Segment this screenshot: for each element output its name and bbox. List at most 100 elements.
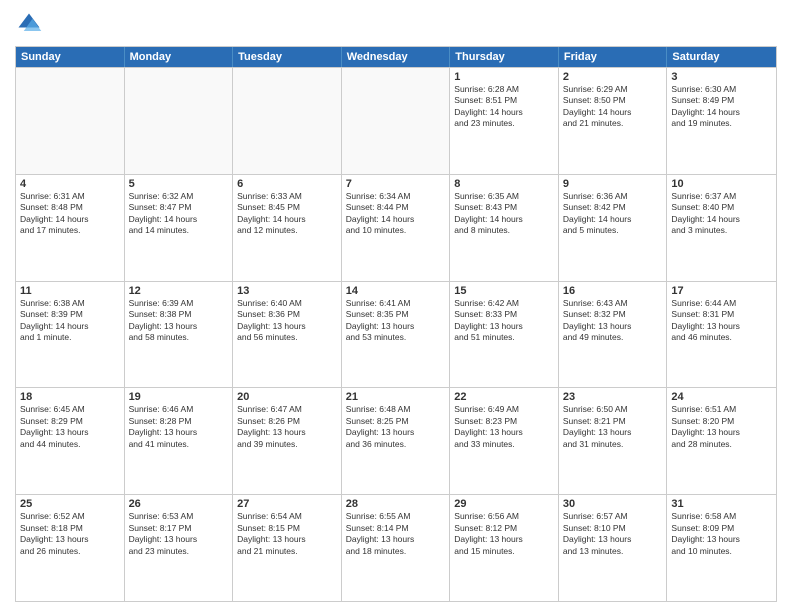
calendar-day-7: 7Sunrise: 6:34 AM Sunset: 8:44 PM Daylig… bbox=[342, 175, 451, 281]
calendar-day-12: 12Sunrise: 6:39 AM Sunset: 8:38 PM Dayli… bbox=[125, 282, 234, 388]
calendar-header-tuesday: Tuesday bbox=[233, 47, 342, 67]
calendar-day-28: 28Sunrise: 6:55 AM Sunset: 8:14 PM Dayli… bbox=[342, 495, 451, 601]
calendar-header: SundayMondayTuesdayWednesdayThursdayFrid… bbox=[16, 47, 776, 67]
calendar-day-1: 1Sunrise: 6:28 AM Sunset: 8:51 PM Daylig… bbox=[450, 68, 559, 174]
calendar-day-10: 10Sunrise: 6:37 AM Sunset: 8:40 PM Dayli… bbox=[667, 175, 776, 281]
day-info: Sunrise: 6:32 AM Sunset: 8:47 PM Dayligh… bbox=[129, 191, 229, 237]
day-info: Sunrise: 6:28 AM Sunset: 8:51 PM Dayligh… bbox=[454, 84, 554, 130]
day-number: 30 bbox=[563, 498, 663, 510]
day-number: 29 bbox=[454, 498, 554, 510]
day-number: 26 bbox=[129, 498, 229, 510]
day-number: 19 bbox=[129, 391, 229, 403]
day-number: 4 bbox=[20, 178, 120, 190]
calendar-day-15: 15Sunrise: 6:42 AM Sunset: 8:33 PM Dayli… bbox=[450, 282, 559, 388]
calendar-week-3: 11Sunrise: 6:38 AM Sunset: 8:39 PM Dayli… bbox=[16, 281, 776, 388]
day-number: 13 bbox=[237, 285, 337, 297]
header bbox=[15, 10, 777, 38]
calendar-week-2: 4Sunrise: 6:31 AM Sunset: 8:48 PM Daylig… bbox=[16, 174, 776, 281]
calendar-header-wednesday: Wednesday bbox=[342, 47, 451, 67]
day-info: Sunrise: 6:50 AM Sunset: 8:21 PM Dayligh… bbox=[563, 404, 663, 450]
day-number: 2 bbox=[563, 71, 663, 83]
day-number: 8 bbox=[454, 178, 554, 190]
calendar-day-11: 11Sunrise: 6:38 AM Sunset: 8:39 PM Dayli… bbox=[16, 282, 125, 388]
calendar-day-16: 16Sunrise: 6:43 AM Sunset: 8:32 PM Dayli… bbox=[559, 282, 668, 388]
calendar-empty-cell bbox=[233, 68, 342, 174]
day-info: Sunrise: 6:57 AM Sunset: 8:10 PM Dayligh… bbox=[563, 511, 663, 557]
day-number: 21 bbox=[346, 391, 446, 403]
day-info: Sunrise: 6:39 AM Sunset: 8:38 PM Dayligh… bbox=[129, 298, 229, 344]
calendar-day-13: 13Sunrise: 6:40 AM Sunset: 8:36 PM Dayli… bbox=[233, 282, 342, 388]
calendar-header-thursday: Thursday bbox=[450, 47, 559, 67]
day-info: Sunrise: 6:42 AM Sunset: 8:33 PM Dayligh… bbox=[454, 298, 554, 344]
calendar-header-friday: Friday bbox=[559, 47, 668, 67]
day-info: Sunrise: 6:52 AM Sunset: 8:18 PM Dayligh… bbox=[20, 511, 120, 557]
day-info: Sunrise: 6:56 AM Sunset: 8:12 PM Dayligh… bbox=[454, 511, 554, 557]
calendar-empty-cell bbox=[125, 68, 234, 174]
calendar-day-29: 29Sunrise: 6:56 AM Sunset: 8:12 PM Dayli… bbox=[450, 495, 559, 601]
day-number: 16 bbox=[563, 285, 663, 297]
calendar-day-27: 27Sunrise: 6:54 AM Sunset: 8:15 PM Dayli… bbox=[233, 495, 342, 601]
day-number: 5 bbox=[129, 178, 229, 190]
day-number: 24 bbox=[671, 391, 772, 403]
calendar-header-sunday: Sunday bbox=[16, 47, 125, 67]
calendar-day-9: 9Sunrise: 6:36 AM Sunset: 8:42 PM Daylig… bbox=[559, 175, 668, 281]
day-number: 14 bbox=[346, 285, 446, 297]
calendar-day-30: 30Sunrise: 6:57 AM Sunset: 8:10 PM Dayli… bbox=[559, 495, 668, 601]
day-info: Sunrise: 6:55 AM Sunset: 8:14 PM Dayligh… bbox=[346, 511, 446, 557]
calendar-day-19: 19Sunrise: 6:46 AM Sunset: 8:28 PM Dayli… bbox=[125, 388, 234, 494]
calendar-day-3: 3Sunrise: 6:30 AM Sunset: 8:49 PM Daylig… bbox=[667, 68, 776, 174]
calendar-day-6: 6Sunrise: 6:33 AM Sunset: 8:45 PM Daylig… bbox=[233, 175, 342, 281]
logo-icon bbox=[15, 10, 43, 38]
day-info: Sunrise: 6:38 AM Sunset: 8:39 PM Dayligh… bbox=[20, 298, 120, 344]
day-number: 6 bbox=[237, 178, 337, 190]
calendar-day-14: 14Sunrise: 6:41 AM Sunset: 8:35 PM Dayli… bbox=[342, 282, 451, 388]
day-info: Sunrise: 6:36 AM Sunset: 8:42 PM Dayligh… bbox=[563, 191, 663, 237]
day-number: 10 bbox=[671, 178, 772, 190]
day-info: Sunrise: 6:29 AM Sunset: 8:50 PM Dayligh… bbox=[563, 84, 663, 130]
calendar-day-20: 20Sunrise: 6:47 AM Sunset: 8:26 PM Dayli… bbox=[233, 388, 342, 494]
day-info: Sunrise: 6:44 AM Sunset: 8:31 PM Dayligh… bbox=[671, 298, 772, 344]
calendar-day-22: 22Sunrise: 6:49 AM Sunset: 8:23 PM Dayli… bbox=[450, 388, 559, 494]
day-info: Sunrise: 6:54 AM Sunset: 8:15 PM Dayligh… bbox=[237, 511, 337, 557]
calendar-day-8: 8Sunrise: 6:35 AM Sunset: 8:43 PM Daylig… bbox=[450, 175, 559, 281]
day-number: 25 bbox=[20, 498, 120, 510]
calendar-day-2: 2Sunrise: 6:29 AM Sunset: 8:50 PM Daylig… bbox=[559, 68, 668, 174]
day-number: 3 bbox=[671, 71, 772, 83]
day-info: Sunrise: 6:37 AM Sunset: 8:40 PM Dayligh… bbox=[671, 191, 772, 237]
day-info: Sunrise: 6:49 AM Sunset: 8:23 PM Dayligh… bbox=[454, 404, 554, 450]
day-info: Sunrise: 6:43 AM Sunset: 8:32 PM Dayligh… bbox=[563, 298, 663, 344]
calendar-day-4: 4Sunrise: 6:31 AM Sunset: 8:48 PM Daylig… bbox=[16, 175, 125, 281]
calendar-header-saturday: Saturday bbox=[667, 47, 776, 67]
calendar-day-17: 17Sunrise: 6:44 AM Sunset: 8:31 PM Dayli… bbox=[667, 282, 776, 388]
day-number: 31 bbox=[671, 498, 772, 510]
calendar-week-4: 18Sunrise: 6:45 AM Sunset: 8:29 PM Dayli… bbox=[16, 387, 776, 494]
page: SundayMondayTuesdayWednesdayThursdayFrid… bbox=[0, 0, 792, 612]
day-info: Sunrise: 6:58 AM Sunset: 8:09 PM Dayligh… bbox=[671, 511, 772, 557]
day-number: 9 bbox=[563, 178, 663, 190]
logo bbox=[15, 10, 47, 38]
calendar: SundayMondayTuesdayWednesdayThursdayFrid… bbox=[15, 46, 777, 602]
calendar-week-1: 1Sunrise: 6:28 AM Sunset: 8:51 PM Daylig… bbox=[16, 67, 776, 174]
day-info: Sunrise: 6:34 AM Sunset: 8:44 PM Dayligh… bbox=[346, 191, 446, 237]
calendar-day-31: 31Sunrise: 6:58 AM Sunset: 8:09 PM Dayli… bbox=[667, 495, 776, 601]
day-number: 23 bbox=[563, 391, 663, 403]
day-number: 1 bbox=[454, 71, 554, 83]
calendar-day-26: 26Sunrise: 6:53 AM Sunset: 8:17 PM Dayli… bbox=[125, 495, 234, 601]
day-number: 11 bbox=[20, 285, 120, 297]
day-info: Sunrise: 6:30 AM Sunset: 8:49 PM Dayligh… bbox=[671, 84, 772, 130]
calendar-day-21: 21Sunrise: 6:48 AM Sunset: 8:25 PM Dayli… bbox=[342, 388, 451, 494]
day-info: Sunrise: 6:53 AM Sunset: 8:17 PM Dayligh… bbox=[129, 511, 229, 557]
day-info: Sunrise: 6:46 AM Sunset: 8:28 PM Dayligh… bbox=[129, 404, 229, 450]
calendar-week-5: 25Sunrise: 6:52 AM Sunset: 8:18 PM Dayli… bbox=[16, 494, 776, 601]
day-number: 20 bbox=[237, 391, 337, 403]
calendar-body: 1Sunrise: 6:28 AM Sunset: 8:51 PM Daylig… bbox=[16, 67, 776, 601]
day-info: Sunrise: 6:47 AM Sunset: 8:26 PM Dayligh… bbox=[237, 404, 337, 450]
day-info: Sunrise: 6:51 AM Sunset: 8:20 PM Dayligh… bbox=[671, 404, 772, 450]
day-info: Sunrise: 6:48 AM Sunset: 8:25 PM Dayligh… bbox=[346, 404, 446, 450]
day-number: 22 bbox=[454, 391, 554, 403]
calendar-empty-cell bbox=[342, 68, 451, 174]
calendar-day-5: 5Sunrise: 6:32 AM Sunset: 8:47 PM Daylig… bbox=[125, 175, 234, 281]
day-info: Sunrise: 6:40 AM Sunset: 8:36 PM Dayligh… bbox=[237, 298, 337, 344]
day-info: Sunrise: 6:35 AM Sunset: 8:43 PM Dayligh… bbox=[454, 191, 554, 237]
day-number: 15 bbox=[454, 285, 554, 297]
